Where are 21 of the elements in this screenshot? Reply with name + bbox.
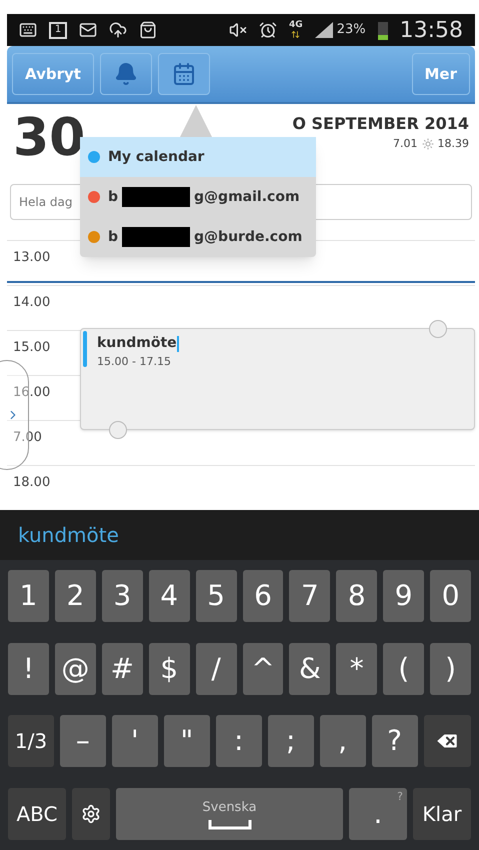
hour-label: 18.00 — [13, 475, 50, 490]
network-label: 4G — [289, 21, 303, 30]
battery-percent: 23% — [336, 21, 366, 40]
calendar-name: b — [108, 228, 118, 246]
hour-label: 13.00 — [13, 250, 50, 265]
hour-label: 15.00 — [13, 340, 50, 355]
hour-label: 14.00 — [13, 295, 50, 310]
calendar-name: b — [108, 188, 118, 206]
sunrise-time: 7.01 — [393, 136, 418, 152]
calendar-email: g@burde.com — [194, 228, 302, 246]
event-time: 15.00 - 17.15 — [97, 354, 172, 370]
clock: 13:58 — [400, 16, 463, 44]
month-label: O SEPTEMBER 2014 — [292, 113, 469, 135]
hour-label: 16.00 — [13, 385, 50, 400]
hour-label: 7.00 — [13, 430, 42, 445]
text-input-preview: kundmöte — [0, 510, 479, 560]
sunset-time: 18.39 — [438, 136, 469, 152]
event-title: kundmöte — [97, 334, 177, 353]
calendar-email: g@gmail.com — [194, 188, 300, 206]
calendar-name: My calendar — [108, 148, 204, 166]
calendar-notification-icon: 1 — [49, 22, 67, 38]
